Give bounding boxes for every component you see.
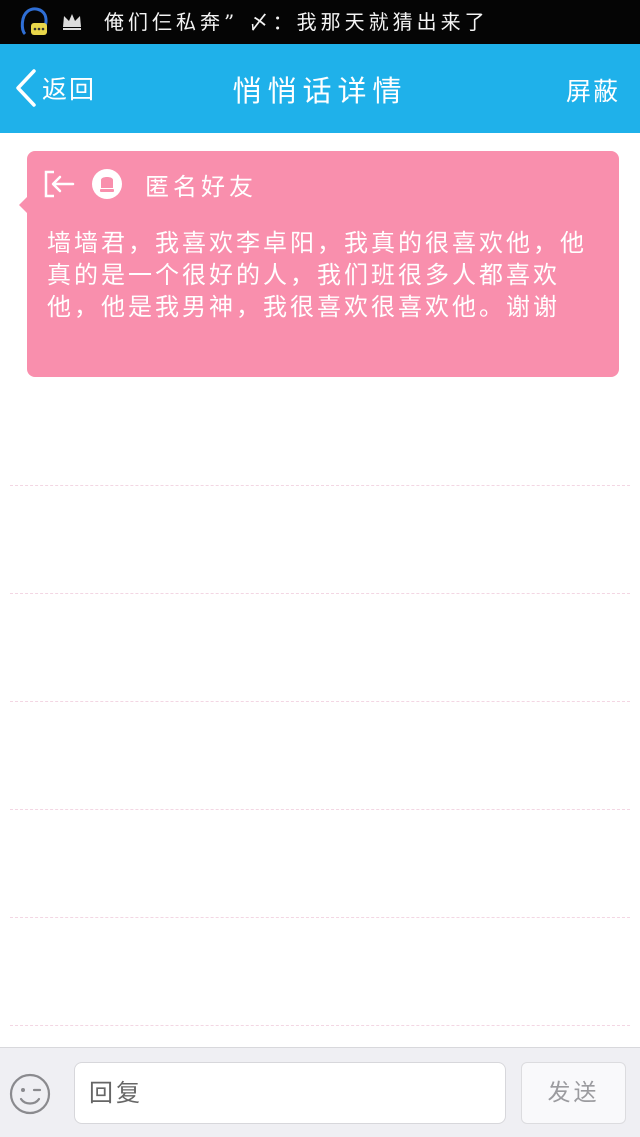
block-button[interactable]: 屏蔽 — [566, 72, 620, 108]
chat-bubble-avatar-icon — [20, 7, 48, 36]
divider — [10, 1025, 630, 1026]
notification-text: 俺们仨私奔” 〆：我那天就猜出来了 — [104, 10, 489, 34]
sender-name: 匿名好友 — [145, 173, 257, 201]
crown-icon — [63, 14, 81, 30]
divider — [10, 917, 630, 918]
anonymous-user-icon — [92, 169, 122, 199]
title-bar: 返回 悄悄话详情 屏蔽 — [0, 44, 640, 133]
divider — [10, 701, 630, 702]
divider — [10, 809, 630, 810]
message-bubble: 匿名好友 墙墙君，我喜欢李卓阳，我真的很喜欢他，他真的是一个很好的人，我们班很多… — [19, 151, 619, 377]
status-bar: 俺们仨私奔” 〆：我那天就猜出来了 — [0, 0, 640, 44]
page-title: 悄悄话详情 — [232, 74, 408, 108]
divider — [10, 485, 630, 486]
reply-input[interactable]: 回复 — [74, 1062, 506, 1124]
send-button[interactable]: 发送 — [521, 1062, 626, 1124]
exit-icon[interactable] — [43, 169, 75, 199]
divider — [10, 593, 630, 594]
message-body: 墙墙君，我喜欢李卓阳，我真的很喜欢他，他真的是一个很好的人，我们班很多人都喜欢他… — [47, 229, 587, 321]
emoji-icon[interactable] — [9, 1073, 51, 1115]
reply-bar: 回复 发送 — [0, 1047, 640, 1137]
